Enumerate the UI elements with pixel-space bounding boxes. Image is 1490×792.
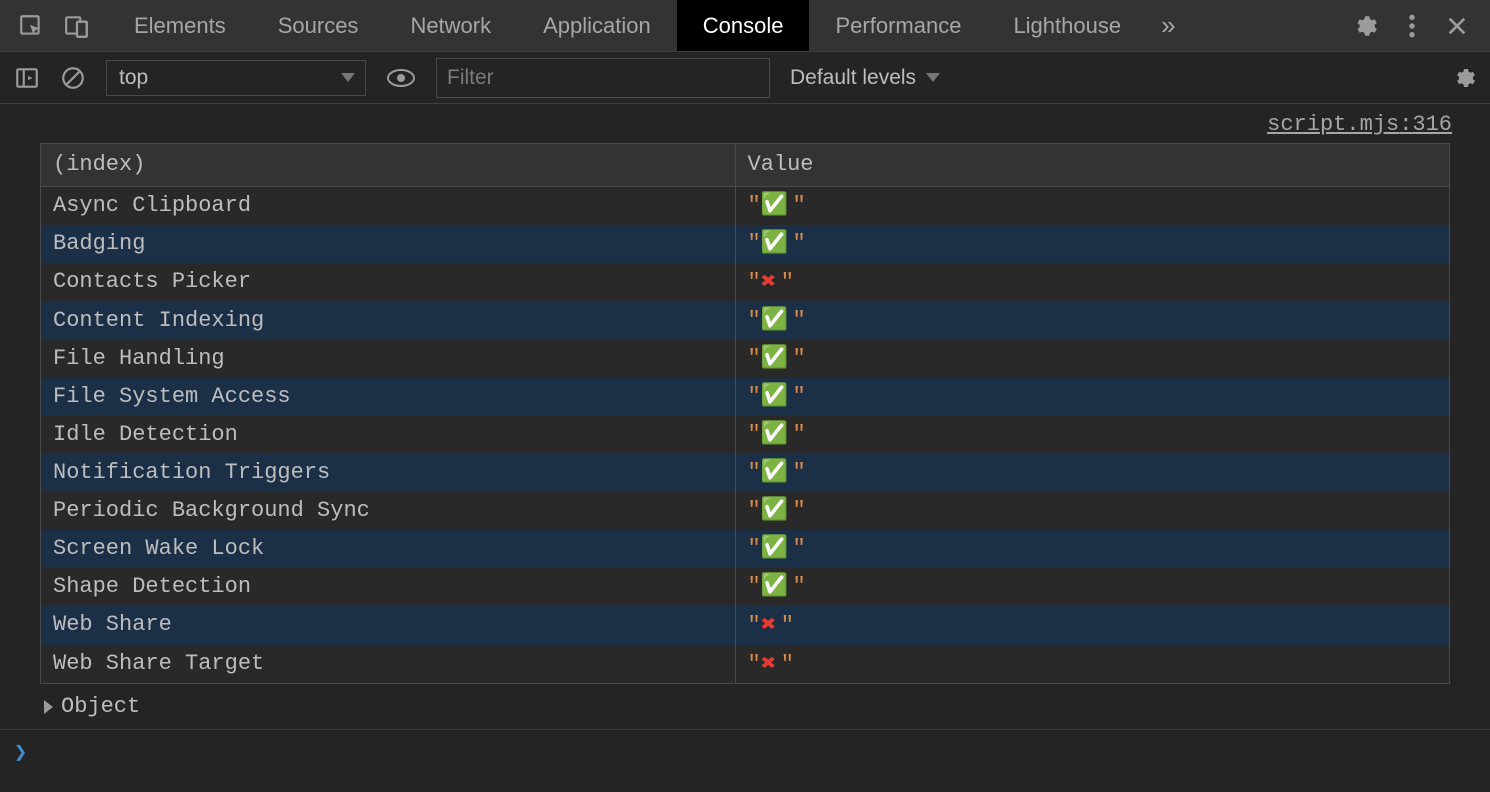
- row-value: "✖ ": [735, 645, 1449, 684]
- row-value: "✅ ": [735, 492, 1449, 530]
- row-value: "✅ ": [735, 302, 1449, 340]
- close-icon[interactable]: [1446, 15, 1468, 37]
- table-row[interactable]: Idle Detection"✅ ": [41, 416, 1449, 454]
- console-table: (index) Value Async Clipboard"✅ "Badging…: [40, 143, 1450, 684]
- log-levels-select[interactable]: Default levels: [790, 66, 940, 90]
- context-select[interactable]: top: [106, 60, 366, 96]
- inspect-icon[interactable]: [18, 13, 44, 39]
- row-value: "✅ ": [735, 340, 1449, 378]
- row-key: Content Indexing: [41, 302, 735, 340]
- row-key: Screen Wake Lock: [41, 530, 735, 568]
- row-key: Contacts Picker: [41, 263, 735, 302]
- table-row[interactable]: Badging"✅ ": [41, 225, 1449, 263]
- col-value[interactable]: Value: [735, 144, 1449, 187]
- tab-application[interactable]: Application: [517, 0, 677, 51]
- row-key: Web Share Target: [41, 645, 735, 684]
- prompt-caret-icon: ❯: [14, 741, 27, 766]
- object-expander[interactable]: Object: [0, 684, 1490, 729]
- row-value: "✅ ": [735, 454, 1449, 492]
- row-key: File System Access: [41, 378, 735, 416]
- row-key: Badging: [41, 225, 735, 263]
- tabs-overflow-button[interactable]: »: [1147, 0, 1189, 51]
- row-key: Shape Detection: [41, 568, 735, 606]
- tab-network[interactable]: Network: [384, 0, 517, 51]
- tab-performance[interactable]: Performance: [809, 0, 987, 51]
- row-value: "✅ ": [735, 568, 1449, 606]
- row-value: "✅ ": [735, 187, 1449, 226]
- row-key: Async Clipboard: [41, 187, 735, 226]
- tab-console[interactable]: Console: [677, 0, 810, 51]
- chevron-down-icon: [926, 73, 940, 82]
- source-link[interactable]: script.mjs:316: [0, 104, 1490, 143]
- clear-console-icon[interactable]: [60, 65, 86, 91]
- row-value: "✖ ": [735, 606, 1449, 645]
- devtools-tabbar: ElementsSourcesNetworkApplicationConsole…: [0, 0, 1490, 52]
- console-toolbar: top Default levels: [0, 52, 1490, 104]
- gear-icon[interactable]: [1352, 13, 1378, 39]
- console-sidebar-toggle-icon[interactable]: [14, 65, 40, 91]
- table-row[interactable]: Screen Wake Lock"✅ ": [41, 530, 1449, 568]
- kebab-menu-icon[interactable]: [1408, 13, 1416, 39]
- row-value: "✅ ": [735, 225, 1449, 263]
- row-key: Periodic Background Sync: [41, 492, 735, 530]
- table-row[interactable]: Periodic Background Sync"✅ ": [41, 492, 1449, 530]
- row-value: "✅ ": [735, 416, 1449, 454]
- context-select-label: top: [119, 66, 148, 90]
- log-levels-label: Default levels: [790, 66, 916, 90]
- table-row[interactable]: Contacts Picker"✖ ": [41, 263, 1449, 302]
- tab-lighthouse[interactable]: Lighthouse: [987, 0, 1147, 51]
- row-value: "✅ ": [735, 530, 1449, 568]
- table-row[interactable]: Shape Detection"✅ ": [41, 568, 1449, 606]
- console-prompt[interactable]: ❯: [0, 729, 1490, 776]
- table-row[interactable]: File Handling"✅ ": [41, 340, 1449, 378]
- device-toolbar-icon[interactable]: [64, 13, 90, 39]
- table-row[interactable]: File System Access"✅ ": [41, 378, 1449, 416]
- table-row[interactable]: Notification Triggers"✅ ": [41, 454, 1449, 492]
- filter-input[interactable]: [436, 58, 770, 98]
- row-key: Web Share: [41, 606, 735, 645]
- tab-sources[interactable]: Sources: [252, 0, 385, 51]
- gear-icon[interactable]: [1452, 66, 1476, 90]
- live-expression-icon[interactable]: [386, 67, 416, 89]
- row-value: "✅ ": [735, 378, 1449, 416]
- expand-triangle-icon: [44, 700, 53, 714]
- row-key: File Handling: [41, 340, 735, 378]
- row-key: Idle Detection: [41, 416, 735, 454]
- col-index[interactable]: (index): [41, 144, 735, 187]
- row-key: Notification Triggers: [41, 454, 735, 492]
- table-row[interactable]: Async Clipboard"✅ ": [41, 187, 1449, 226]
- table-row[interactable]: Web Share Target"✖ ": [41, 645, 1449, 684]
- tab-elements[interactable]: Elements: [108, 0, 252, 51]
- table-row[interactable]: Web Share"✖ ": [41, 606, 1449, 645]
- chevron-down-icon: [341, 73, 355, 82]
- table-row[interactable]: Content Indexing"✅ ": [41, 302, 1449, 340]
- row-value: "✖ ": [735, 263, 1449, 302]
